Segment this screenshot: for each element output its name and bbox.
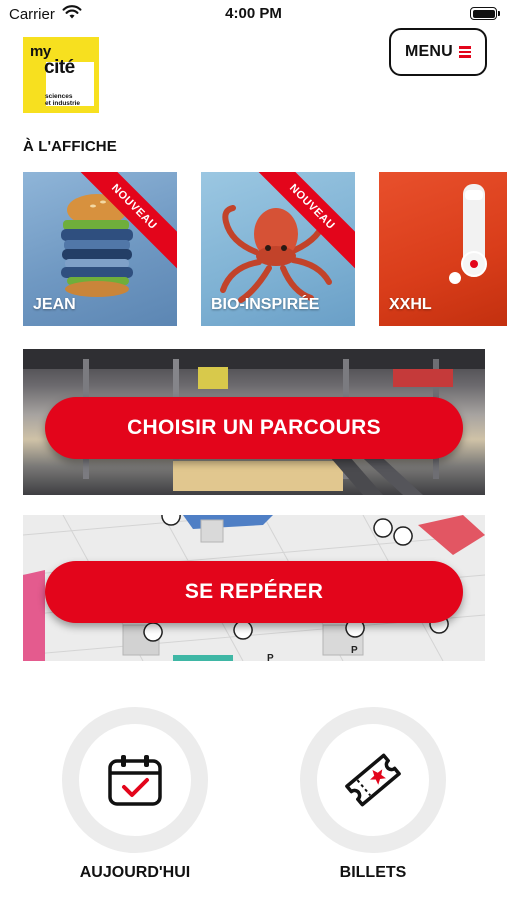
locate-button[interactable]: SE REPÉRER xyxy=(45,561,463,623)
section-title-affiche: À L'AFFICHE xyxy=(23,138,117,155)
logo-sciences: sciences xyxy=(45,93,73,100)
battery-icon xyxy=(470,7,500,20)
expo-card-bio-inspiree[interactable]: NOUVEAU BIO-INSPIRÉE xyxy=(201,172,355,326)
tickets-label: BILLETS xyxy=(339,864,407,881)
expo-card-label: BIO-INSPIRÉE xyxy=(211,296,320,313)
app-logo[interactable]: my cité sciences et industrie xyxy=(23,37,99,113)
logo-cite: cité xyxy=(44,57,75,78)
expo-card-label: XXHL xyxy=(389,296,432,313)
svg-text:P: P xyxy=(351,645,358,656)
choose-route-label: CHOISIR UN PARCOURS xyxy=(127,416,381,439)
calendar-check-icon xyxy=(108,755,162,806)
status-bar: Carrier 4:00 PM xyxy=(0,0,507,28)
locate-label: SE REPÉRER xyxy=(184,580,324,603)
expo-card-xxhl[interactable]: XXHL xyxy=(379,172,507,326)
today-button[interactable] xyxy=(62,707,208,853)
svg-text:P: P xyxy=(267,653,274,661)
map-banner[interactable]: P P SE REPÉRER xyxy=(23,515,485,661)
ticket-star-icon xyxy=(345,753,401,807)
expo-card-jean[interactable]: NOUVEAU JEAN xyxy=(23,172,177,326)
route-banner[interactable]: CHOISIR UN PARCOURS xyxy=(23,349,485,495)
menu-button[interactable]: MENU xyxy=(389,28,487,76)
hamburger-icon xyxy=(458,46,471,58)
expo-card-label: JEAN xyxy=(33,296,76,313)
clock: 4:00 PM xyxy=(225,5,282,22)
today-label: AUJOURD'HUI xyxy=(79,864,191,881)
tickets-button[interactable] xyxy=(300,707,446,853)
choose-route-button[interactable]: CHOISIR UN PARCOURS xyxy=(45,397,463,459)
menu-button-label: MENU xyxy=(405,43,453,60)
logo-industrie: et industrie xyxy=(45,100,81,107)
